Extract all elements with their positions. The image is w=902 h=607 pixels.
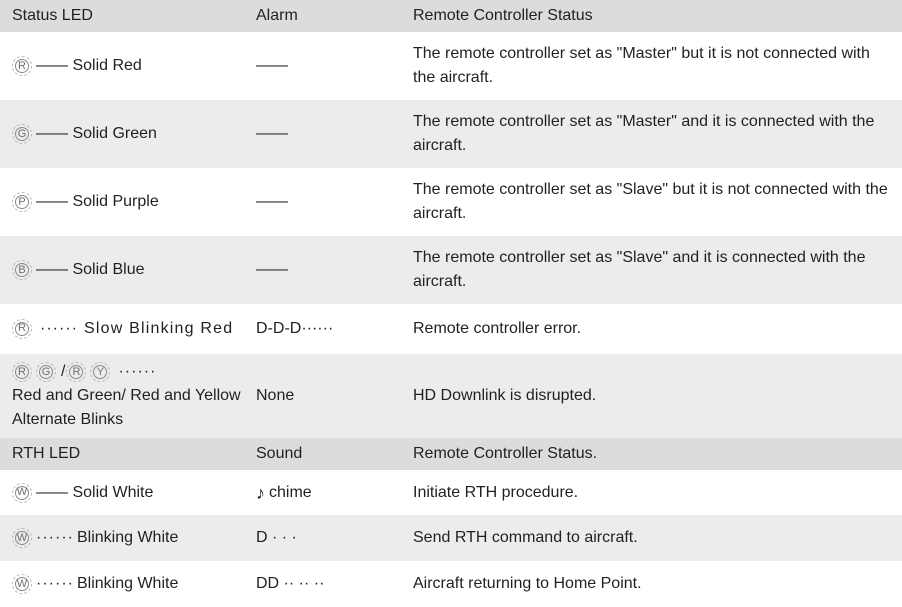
alarm-cell: —— [256, 125, 288, 142]
alarm-cell: —— [256, 261, 288, 278]
led-cell: W ······ Blinking White [12, 515, 252, 561]
led-cell: B —— Solid Blue [12, 236, 252, 304]
alarm-cell: None [256, 387, 295, 404]
blink-dots: ······ [40, 320, 78, 338]
led-cell: W —— Solid White [12, 470, 252, 515]
table-row: P —— Solid Purple —— The remote controll… [0, 168, 902, 236]
led-cell: R —— Solid Red [12, 32, 252, 100]
sound-cell: DD ·· ·· ·· [256, 575, 325, 592]
status-cell: The remote controller set as "Slave" but… [413, 181, 888, 222]
sound-cell: D · · · [256, 529, 297, 546]
status-cell: Remote controller error. [413, 320, 582, 337]
alarm-cell: D-D-D······ [256, 320, 334, 337]
led-purple-icon: P [12, 192, 32, 212]
header-status-led: Status LED [12, 7, 93, 24]
led-description: —— Solid Green [36, 125, 157, 142]
led-red-icon: R [66, 362, 87, 382]
blink-dots: ······ [118, 363, 157, 380]
led-cell: G —— Solid Green [12, 100, 252, 168]
led-red-icon: R [12, 56, 32, 76]
status-cell: Send RTH command to aircraft. [413, 529, 638, 546]
led-description: —— Solid Purple [36, 193, 159, 210]
status-cell: Aircraft returning to Home Point. [413, 575, 642, 592]
table-header: RTH LED Sound Remote Controller Status. [0, 438, 902, 470]
led-description: Blinking White [76, 575, 179, 592]
led-white-icon: W [12, 528, 32, 548]
led-green-icon: G [12, 124, 32, 144]
led-description: —— Solid Red [36, 57, 142, 74]
led-cell: R ······ Slow Blinking Red [12, 304, 252, 354]
led-white-icon: W [12, 482, 32, 503]
led-description: —— Solid Blue [36, 261, 145, 278]
status-cell: Initiate RTH procedure. [413, 483, 579, 501]
header-alarm: Alarm [256, 7, 298, 24]
table-row: R G / R Y ······ Red and Green/ Red and … [0, 354, 902, 438]
led-yellow-icon: Y [90, 362, 111, 382]
table-row: W —— Solid White ♪ chime Initiate RTH pr… [0, 470, 902, 515]
led-red-icon: R [12, 318, 32, 339]
status-cell: The remote controller set as "Master" bu… [413, 45, 870, 86]
alarm-cell: —— [256, 193, 288, 210]
led-cell: W ······ Blinking White [12, 561, 252, 607]
led-description: Red and Green/ Red and Yellow Alternate … [12, 387, 241, 428]
status-cell: The remote controller set as "Slave" and… [413, 249, 866, 290]
status-cell: The remote controller set as "Master" an… [413, 113, 875, 154]
led-description: Slow Blinking Red [83, 320, 234, 338]
header-rth-led: RTH LED [12, 445, 81, 462]
led-description: Blinking White [76, 529, 179, 546]
blink-dots: ······ [36, 529, 74, 546]
led-red-icon: R [12, 362, 32, 382]
led-green-icon: G [36, 362, 56, 382]
header-remote-controller-status: Remote Controller Status. [413, 445, 598, 462]
led-description: —— Solid White [36, 483, 154, 501]
table-row: W ······ Blinking White DD ·· ·· ·· Airc… [0, 561, 902, 607]
table-header: Status LED Alarm Remote Controller Statu… [0, 0, 902, 32]
table-row: G —— Solid Green —— The remote controlle… [0, 100, 902, 168]
table-row: B —— Solid Blue —— The remote controller… [0, 236, 902, 304]
header-sound: Sound [256, 445, 303, 462]
led-cell: R G / R Y ······ Red and Green/ Red and … [12, 354, 252, 438]
table-row: R —— Solid Red —— The remote controller … [0, 32, 902, 100]
blink-dots: ······ [36, 575, 74, 592]
led-white-icon: W [12, 574, 32, 594]
table-row: R ······ Slow Blinking Red D-D-D······ Rem… [0, 304, 902, 354]
alarm-cell: —— [256, 57, 288, 74]
sound-label: chime [269, 483, 312, 501]
header-remote-controller-status: Remote Controller Status [413, 7, 593, 24]
led-cell: P —— Solid Purple [12, 168, 252, 236]
separator-slash: / [61, 363, 66, 380]
status-cell: HD Downlink is disrupted. [413, 387, 597, 404]
sound-cell: ♪ chime [256, 470, 406, 515]
table-row: W ······ Blinking White D · · · Send RTH… [0, 515, 902, 561]
led-blue-icon: B [12, 260, 32, 280]
music-note-icon: ♪ [256, 482, 265, 503]
